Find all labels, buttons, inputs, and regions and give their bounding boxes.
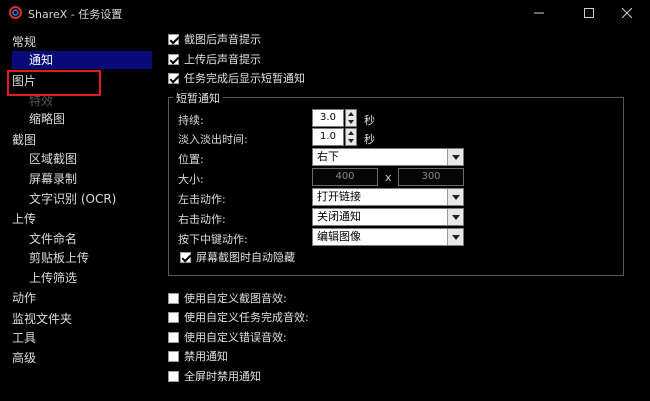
sharex-logo-icon bbox=[9, 6, 22, 19]
minimize-button[interactable] bbox=[516, 0, 562, 26]
sidebar-item-file-naming[interactable]: 文件命名 bbox=[29, 230, 77, 248]
sidebar-item-region-capture[interactable]: 区域截图 bbox=[29, 150, 77, 168]
sidebar-item-watch-folders[interactable]: 监视文件夹 bbox=[12, 310, 72, 328]
middle-click-label: 按下中键动作: bbox=[178, 233, 248, 246]
sidebar-item-screen-recorder[interactable]: 屏幕录制 bbox=[29, 170, 77, 188]
chevron-down-icon[interactable] bbox=[447, 149, 463, 165]
duration-unit: 秒 bbox=[364, 114, 375, 127]
disable-notifications-label: 禁用通知 bbox=[184, 350, 228, 363]
custom-task-sound-checkbox[interactable] bbox=[168, 311, 179, 323]
left-click-value: 打开链接 bbox=[317, 190, 361, 203]
auto-hide-checkbox[interactable] bbox=[180, 251, 191, 263]
sidebar-item-tools[interactable]: 工具 bbox=[12, 329, 36, 347]
disable-fullscreen-notifications-row[interactable]: 全屏时禁用通知 bbox=[168, 368, 261, 384]
capture-sound-checkbox[interactable] bbox=[168, 33, 179, 45]
chevron-down-icon[interactable] bbox=[447, 209, 463, 225]
sidebar-item-upload-filters[interactable]: 上传筛选 bbox=[29, 269, 77, 287]
close-icon bbox=[622, 8, 632, 18]
capture-sound-check-row[interactable]: 截图后声音提示 bbox=[168, 31, 261, 47]
sidebar-item-capture[interactable]: 截图 bbox=[12, 131, 36, 149]
sidebar-item-clipboard-upload[interactable]: 剪贴板上传 bbox=[29, 249, 89, 267]
auto-hide-check-row[interactable]: 屏幕截图时自动隐藏 bbox=[180, 249, 295, 265]
custom-error-sound-label: 使用自定义错误音效: bbox=[184, 331, 287, 344]
sidebar-item-general[interactable]: 常规 bbox=[12, 33, 36, 51]
custom-capture-sound-label: 使用自定义截图音效: bbox=[184, 292, 287, 305]
sidebar-item-advanced[interactable]: 高级 bbox=[12, 349, 36, 367]
custom-capture-sound-row[interactable]: 使用自定义截图音效: bbox=[168, 290, 287, 306]
toast-notify-check-row[interactable]: 任务完成后显示短暂通知 bbox=[168, 70, 305, 86]
custom-error-sound-row[interactable]: 使用自定义错误音效: bbox=[168, 329, 287, 345]
size-label: 大小: bbox=[178, 173, 204, 186]
spin-up-icon[interactable] bbox=[348, 131, 354, 135]
position-value: 右下 bbox=[317, 150, 339, 163]
size-times: x bbox=[385, 171, 392, 184]
disable-fullscreen-notifications-label: 全屏时禁用通知 bbox=[184, 370, 261, 383]
disable-notifications-checkbox[interactable] bbox=[168, 350, 179, 362]
disable-notifications-row[interactable]: 禁用通知 bbox=[168, 348, 228, 364]
spin-up-icon[interactable] bbox=[348, 112, 354, 116]
duration-spin-arrows[interactable] bbox=[345, 109, 357, 127]
duration-input[interactable]: 3.0 bbox=[312, 109, 344, 127]
window-title: ShareX - 任务设置 bbox=[28, 8, 123, 21]
sidebar-item-upload[interactable]: 上传 bbox=[12, 210, 36, 228]
custom-capture-sound-checkbox[interactable] bbox=[168, 292, 179, 304]
size-height-input[interactable]: 300 bbox=[398, 168, 464, 186]
disable-fullscreen-notifications-checkbox[interactable] bbox=[168, 370, 179, 382]
middle-click-select[interactable]: 编辑图像 bbox=[312, 228, 464, 246]
chevron-down-icon[interactable] bbox=[447, 229, 463, 245]
right-click-label: 右击动作: bbox=[178, 213, 226, 226]
upload-sound-label: 上传后声音提示 bbox=[184, 53, 261, 66]
middle-click-value: 编辑图像 bbox=[317, 230, 361, 243]
maximize-icon bbox=[584, 8, 594, 18]
toast-notify-label: 任务完成后显示短暂通知 bbox=[184, 72, 305, 85]
custom-task-sound-label: 使用自定义任务完成音效: bbox=[184, 311, 309, 324]
sidebar-item-notifications[interactable]: 通知 bbox=[12, 51, 152, 69]
spin-down-icon[interactable] bbox=[348, 139, 354, 143]
size-width-input[interactable]: 400 bbox=[312, 168, 378, 186]
right-click-select[interactable]: 关闭通知 bbox=[312, 208, 464, 226]
sidebar-item-actions[interactable]: 动作 bbox=[12, 289, 36, 307]
spin-down-icon[interactable] bbox=[348, 120, 354, 124]
capture-sound-label: 截图后声音提示 bbox=[184, 33, 261, 46]
upload-sound-check-row[interactable]: 上传后声音提示 bbox=[168, 51, 261, 67]
position-select[interactable]: 右下 bbox=[312, 148, 464, 166]
group-title: 短暂通知 bbox=[173, 90, 223, 106]
duration-label: 持续: bbox=[178, 114, 204, 127]
custom-task-sound-row[interactable]: 使用自定义任务完成音效: bbox=[168, 309, 309, 325]
highlight-annotation-box bbox=[7, 70, 101, 96]
auto-hide-label: 屏幕截图时自动隐藏 bbox=[196, 251, 295, 264]
chevron-down-icon[interactable] bbox=[447, 189, 463, 205]
fade-label: 淡入淡出时间: bbox=[178, 133, 248, 146]
title-bar: ShareX - 任务设置 bbox=[0, 0, 650, 26]
custom-error-sound-checkbox[interactable] bbox=[168, 331, 179, 343]
upload-sound-checkbox[interactable] bbox=[168, 53, 179, 65]
toast-notify-checkbox[interactable] bbox=[168, 72, 179, 84]
fade-unit: 秒 bbox=[364, 133, 375, 146]
fade-spin-arrows[interactable] bbox=[345, 128, 357, 146]
minimize-icon bbox=[534, 12, 544, 14]
right-click-value: 关闭通知 bbox=[317, 210, 361, 223]
fade-input[interactable]: 1.0 bbox=[312, 128, 344, 146]
left-click-label: 左击动作: bbox=[178, 193, 226, 206]
position-label: 位置: bbox=[178, 153, 204, 166]
close-button[interactable] bbox=[604, 0, 650, 26]
left-click-select[interactable]: 打开链接 bbox=[312, 188, 464, 206]
sidebar-item-ocr[interactable]: 文字识别 (OCR) bbox=[29, 190, 116, 208]
sidebar-item-thumbnail[interactable]: 缩略图 bbox=[29, 110, 65, 128]
